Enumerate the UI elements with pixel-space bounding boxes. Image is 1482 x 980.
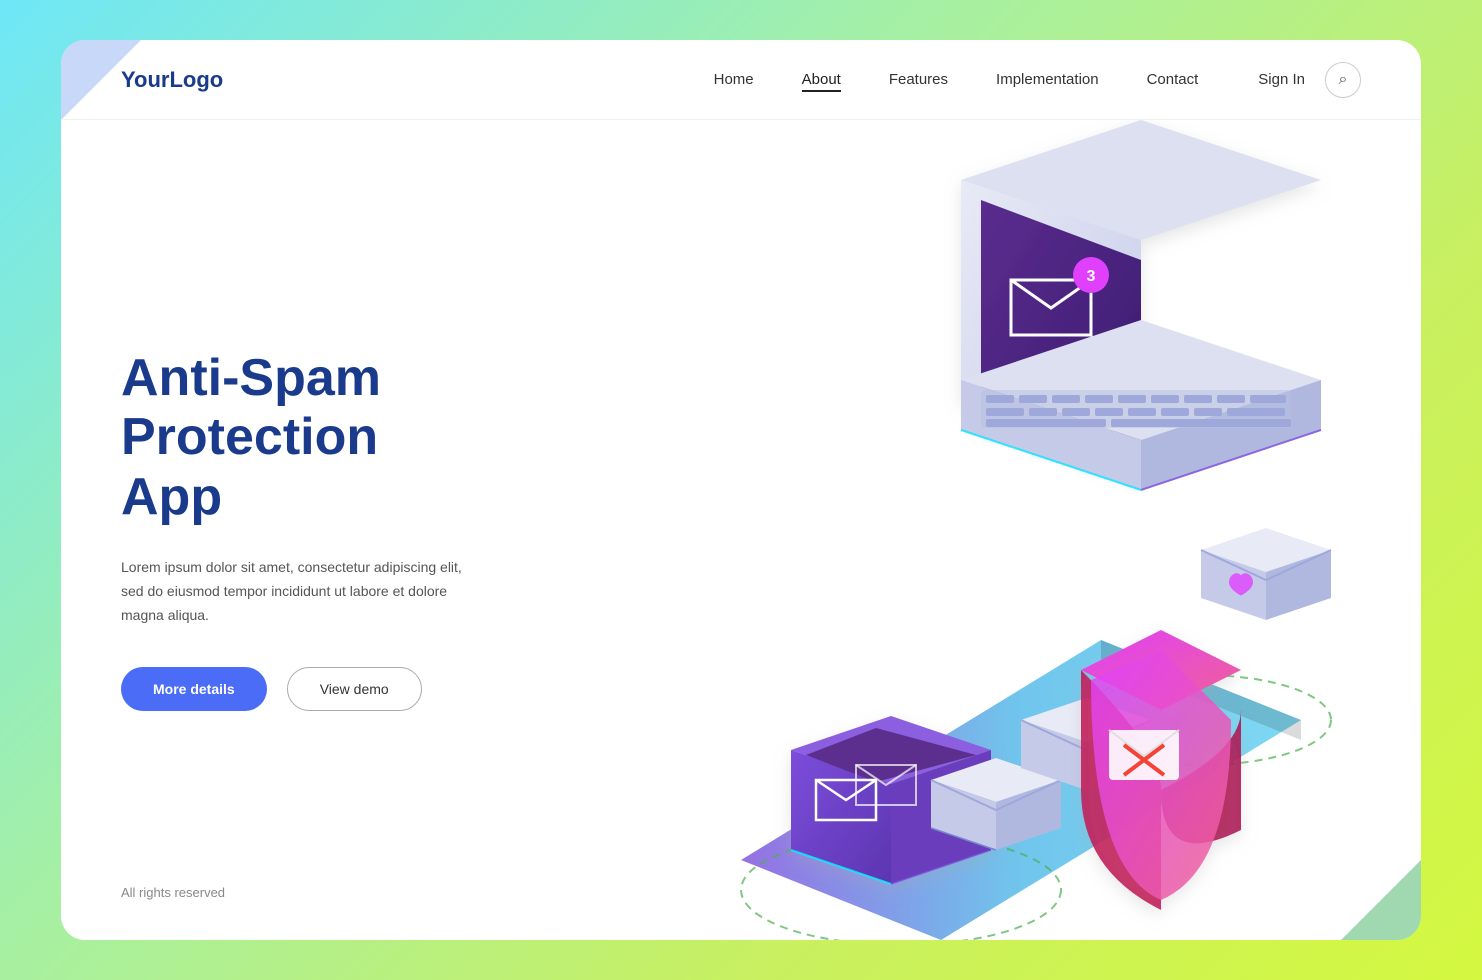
main-content: Anti-Spam Protection App Lorem ipsum dol…	[61, 120, 1421, 940]
button-group: More details View demo	[121, 667, 481, 711]
nav-about[interactable]: About	[802, 71, 841, 88]
hero-title: Anti-Spam Protection App	[121, 349, 481, 528]
nav-contact[interactable]: Contact	[1147, 71, 1199, 88]
header-actions: Sign In ⌕	[1258, 62, 1361, 98]
logo: YourLogo	[121, 67, 223, 93]
search-button[interactable]: ⌕	[1325, 62, 1361, 98]
nav-features[interactable]: Features	[889, 71, 948, 88]
signin-link[interactable]: Sign In	[1258, 71, 1305, 88]
nav-implementation[interactable]: Implementation	[996, 71, 1099, 88]
corner-decoration-br	[1341, 860, 1421, 940]
right-illustration: 3	[541, 120, 1421, 940]
hero-illustration: 3	[621, 120, 1421, 940]
more-details-button[interactable]: More details	[121, 667, 267, 711]
svg-text:3: 3	[1087, 268, 1096, 285]
search-icon: ⌕	[1339, 71, 1348, 89]
left-content: Anti-Spam Protection App Lorem ipsum dol…	[61, 120, 541, 940]
header: YourLogo Home About Features Implementat…	[61, 40, 1421, 120]
view-demo-button[interactable]: View demo	[287, 667, 422, 711]
navigation: Home About Features Implementation Conta…	[714, 71, 1199, 88]
nav-home[interactable]: Home	[714, 71, 754, 88]
hero-description: Lorem ipsum dolor sit amet, consectetur …	[121, 556, 481, 627]
page-card: YourLogo Home About Features Implementat…	[61, 40, 1421, 940]
